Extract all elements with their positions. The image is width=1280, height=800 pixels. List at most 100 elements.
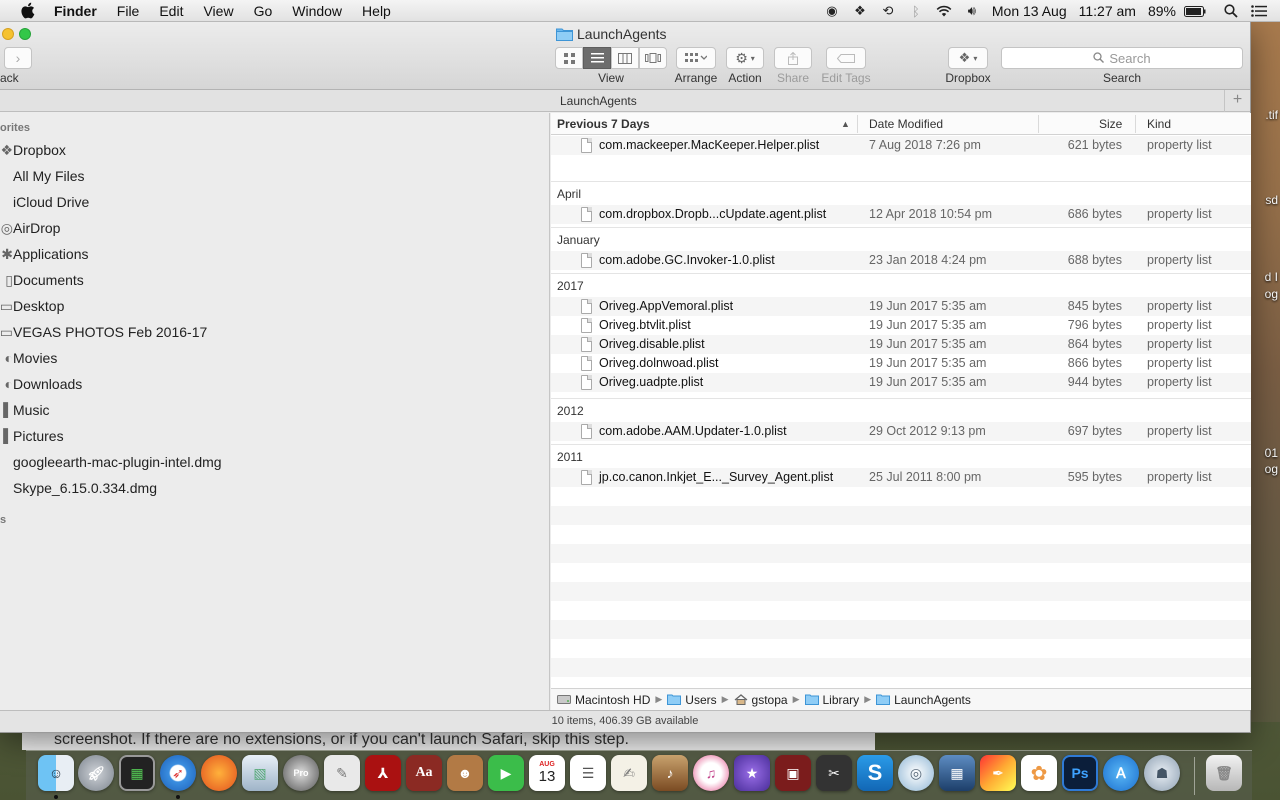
file-row[interactable]: Oriveg.AppVemoral.plist 19 Jun 2017 5:35… <box>551 297 1251 316</box>
path-item-library[interactable]: Library <box>804 693 859 707</box>
search-input[interactable]: Search <box>1001 47 1243 69</box>
column-header-size[interactable]: Size <box>1099 117 1122 131</box>
action-button[interactable]: ⚙ ▾ <box>726 47 764 69</box>
battery-percent[interactable]: 89% <box>1148 3 1176 19</box>
dropbox-button[interactable]: ❖ ▾ <box>948 47 988 69</box>
textedit-dock-icon[interactable]: ✍ <box>611 755 647 791</box>
dictionary-dock-icon[interactable]: Aa <box>406 755 442 791</box>
sidebar-item-vegas-photos[interactable]: ▭ VEGAS PHOTOS Feb 2016-17 <box>0 319 207 345</box>
menu-view[interactable]: View <box>203 3 233 19</box>
column-header-date[interactable]: Date Modified <box>869 117 943 131</box>
sidebar-item-desktop[interactable]: ▭ Desktop <box>0 293 64 319</box>
image-capture-dock-icon[interactable]: ▦ <box>939 755 975 791</box>
sidebar-item-skype-dmg[interactable]: Skype_6.15.0.334.dmg <box>0 475 157 501</box>
menubar-time[interactable]: 11:27 am <box>1079 3 1136 19</box>
minimize-button[interactable] <box>2 28 14 40</box>
time-machine-icon[interactable]: ⟲ <box>879 3 897 19</box>
apple-menu-icon[interactable] <box>20 2 38 19</box>
trash-dock-icon[interactable]: 🗑︎ <box>1206 755 1242 791</box>
icon-view-button[interactable] <box>555 47 583 69</box>
path-item-users[interactable]: Users <box>667 693 717 707</box>
sidebar-item-googleearth-dmg[interactable]: googleearth-mac-plugin-intel.dmg <box>0 449 222 475</box>
cover-flow-button[interactable] <box>639 47 667 69</box>
sidebar-item-documents[interactable]: ▯ Documents <box>0 267 84 293</box>
wifi-icon[interactable] <box>935 3 953 19</box>
pixelmator-dock-icon[interactable]: ✒ <box>980 755 1016 791</box>
calendar-dock-icon[interactable]: AUG 13 <box>529 755 565 791</box>
facetime-dock-icon[interactable]: ▶ <box>488 755 524 791</box>
sidebar-item-applications[interactable]: ✱ Applications <box>0 241 88 267</box>
photoshop-dock-icon[interactable]: Ps <box>1062 755 1098 791</box>
preview-dock-icon[interactable]: ▧ <box>242 755 278 791</box>
menu-file[interactable]: File <box>117 3 140 19</box>
bowtie-dock-icon[interactable]: ✂ <box>816 755 852 791</box>
finder-dock-icon[interactable]: ☺ <box>38 755 74 791</box>
arrange-button[interactable] <box>676 47 716 69</box>
google-earth-dock-icon[interactable]: Pro <box>283 755 319 791</box>
file-row[interactable]: com.adobe.GC.Invoker-1.0.plist 23 Jan 20… <box>551 251 1251 270</box>
battery-icon[interactable] <box>1183 3 1207 19</box>
share-button[interactable] <box>774 47 812 69</box>
sidebar-item-movies[interactable]: ◐ Movies <box>0 345 58 371</box>
column-header-kind[interactable]: Kind <box>1147 117 1171 131</box>
firefox-dock-icon[interactable] <box>201 755 237 791</box>
sidebar-item-pictures[interactable]: ▌ Pictures <box>0 423 64 449</box>
sidebar-item-airdrop[interactable]: ◎ AirDrop <box>0 215 61 241</box>
column-view-button[interactable] <box>611 47 639 69</box>
bluetooth-icon[interactable]: ᛒ <box>907 3 925 19</box>
garageband-dock-icon[interactable]: ♪ <box>652 755 688 791</box>
file-row[interactable]: com.mackeeper.MacKeeper.Helper.plist 7 A… <box>551 136 1251 155</box>
new-tab-button[interactable]: + <box>1224 90 1250 112</box>
file-kind: property list <box>1147 253 1212 267</box>
menu-edit[interactable]: Edit <box>159 3 183 19</box>
file-row[interactable]: com.adobe.AAM.Updater-1.0.plist 29 Oct 2… <box>551 422 1251 441</box>
zoom-button[interactable] <box>19 28 31 40</box>
file-row[interactable]: Oriveg.dolnwoad.plist 19 Jun 2017 5:35 a… <box>551 354 1251 373</box>
path-item-home[interactable]: gstopa <box>734 693 788 707</box>
menubar-date[interactable]: Mon 13 Aug <box>992 3 1067 19</box>
activity-monitor-dock-icon[interactable]: ▦ <box>119 755 155 791</box>
menu-go[interactable]: Go <box>254 3 273 19</box>
menu-app-name[interactable]: Finder <box>54 3 97 19</box>
script-editor-dock-icon[interactable]: ✎ <box>324 755 360 791</box>
app-store-dock-icon[interactable]: Ａ <box>1103 755 1139 791</box>
dropbox-status-icon[interactable]: ❖ <box>851 3 869 19</box>
file-name: com.adobe.AAM.Updater-1.0.plist <box>599 424 787 438</box>
notification-center-icon[interactable] <box>1250 3 1268 19</box>
file-row[interactable]: jp.co.canon.Inkjet_E..._Survey_Agent.pli… <box>551 468 1251 487</box>
screen-shot-dock-icon[interactable]: ◎ <box>898 755 934 791</box>
safari-dock-icon[interactable]: ➶ <box>160 755 196 791</box>
sidebar-item-icloud-drive[interactable]: iCloud Drive <box>0 189 89 215</box>
column-header-name[interactable]: Previous 7 Days <box>557 117 650 131</box>
photos-dock-icon[interactable]: ✿ <box>1021 755 1057 791</box>
vpn-status-icon[interactable]: ◉ <box>823 3 841 19</box>
tab-launchagents[interactable]: LaunchAgents <box>560 94 637 108</box>
sidebar-item-dropbox[interactable]: ❖ Dropbox <box>0 137 65 163</box>
forward-button[interactable]: › <box>4 47 32 69</box>
sidebar-item-all-my-files[interactable]: All My Files <box>0 163 85 189</box>
file-row[interactable]: Oriveg.btvlit.plist 19 Jun 2017 5:35 am … <box>551 316 1251 335</box>
photo-booth-dock-icon[interactable]: ▣ <box>775 755 811 791</box>
automator-dock-icon[interactable]: ☗ <box>1144 755 1180 791</box>
itunes-dock-icon[interactable]: ♫ <box>693 755 729 791</box>
sidebar-item-downloads[interactable]: ◐ Downloads <box>0 371 83 397</box>
menu-window[interactable]: Window <box>292 3 342 19</box>
file-row[interactable]: com.dropbox.Dropb...cUpdate.agent.plist … <box>551 205 1251 224</box>
spotlight-icon[interactable] <box>1222 3 1240 19</box>
file-row[interactable]: Oriveg.disable.plist 19 Jun 2017 5:35 am… <box>551 335 1251 354</box>
sketchbook-dock-icon[interactable]: S <box>857 755 893 791</box>
contacts-dock-icon[interactable]: ☻ <box>447 755 483 791</box>
path-item-launchagents[interactable]: LaunchAgents <box>876 693 971 707</box>
menu-help[interactable]: Help <box>362 3 391 19</box>
acrobat-dock-icon[interactable]: ⅄ <box>365 755 401 791</box>
reminders-dock-icon[interactable]: ☰ <box>570 755 606 791</box>
imovie-dock-icon[interactable]: ★ <box>734 755 770 791</box>
launchpad-dock-icon[interactable]: 🚀︎ <box>78 755 114 791</box>
edit-tags-button[interactable] <box>826 47 866 69</box>
volume-icon[interactable]: 🔊︎ <box>963 3 981 19</box>
file-row[interactable]: Oriveg.uadpte.plist 19 Jun 2017 5:35 am … <box>551 373 1251 392</box>
list-view-button[interactable] <box>583 47 611 69</box>
sort-chevron-up-icon[interactable]: ▲ <box>841 119 850 129</box>
path-item-macintosh-hd[interactable]: Macintosh HD <box>557 693 650 707</box>
sidebar-item-music[interactable]: ▌ Music <box>0 397 49 423</box>
